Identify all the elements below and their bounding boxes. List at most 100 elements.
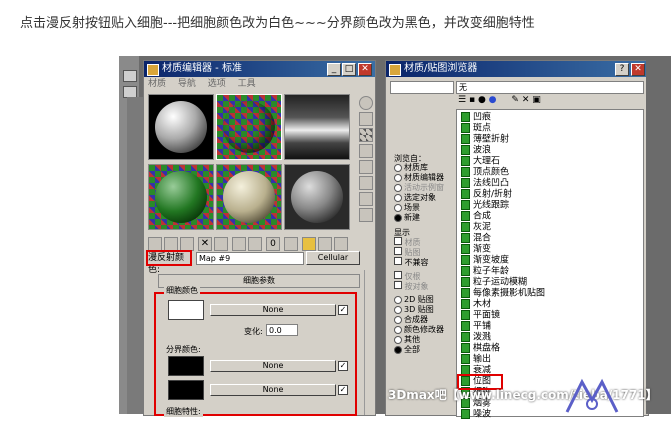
map-list-item[interactable]: 法线凹凸 bbox=[461, 178, 509, 189]
copy-material-icon[interactable] bbox=[214, 237, 228, 251]
menu-tools[interactable]: 工具 bbox=[238, 79, 256, 89]
map-list-item[interactable]: 粒子年龄 bbox=[461, 266, 509, 277]
filter-3d-maps[interactable]: 3D 贴图 bbox=[394, 305, 434, 314]
browse-from-scene[interactable]: 场景 bbox=[394, 203, 420, 212]
uv-tiling-icon[interactable] bbox=[359, 144, 373, 158]
map-list-item[interactable]: 平铺 bbox=[461, 321, 491, 332]
backlight-icon[interactable] bbox=[359, 112, 373, 126]
material-scrollbar[interactable] bbox=[364, 270, 373, 415]
close-button[interactable]: ✕ bbox=[358, 63, 372, 76]
browser-search-field[interactable]: 无 bbox=[456, 81, 644, 94]
browse-from-active-slot[interactable]: 活动示例窗 bbox=[394, 183, 444, 192]
menu-navigation[interactable]: 导航 bbox=[178, 79, 196, 89]
map-list-item[interactable]: 渐变 bbox=[461, 244, 491, 255]
help-button[interactable]: ? bbox=[615, 63, 629, 76]
menu-options[interactable]: 选项 bbox=[208, 79, 226, 89]
filter-compositors[interactable]: 合成器 bbox=[394, 315, 428, 324]
put-to-library-icon[interactable] bbox=[248, 237, 262, 251]
put-to-scene-icon[interactable] bbox=[164, 237, 178, 251]
map-list-item[interactable]: 反射/折射 bbox=[461, 189, 512, 200]
filter-color-modifiers[interactable]: 颜色修改器 bbox=[394, 325, 444, 334]
map-name-field[interactable]: Map #9 bbox=[196, 252, 304, 265]
options-icon[interactable] bbox=[359, 192, 373, 206]
by-object[interactable]: 按对象 bbox=[394, 281, 429, 291]
menu-material[interactable]: 材质 bbox=[148, 79, 166, 89]
sample-slot-active[interactable] bbox=[216, 94, 282, 160]
map-list-item[interactable]: 灰泥 bbox=[461, 222, 491, 233]
map-list-item[interactable]: 棋盘格 bbox=[461, 343, 500, 354]
icon-view-icon[interactable]: ▪ bbox=[469, 95, 475, 105]
browse-from-new[interactable]: 新建 bbox=[394, 213, 420, 222]
filter-2d-maps[interactable]: 2D 贴图 bbox=[394, 295, 434, 304]
effects-channel-icon[interactable]: 0 bbox=[266, 237, 280, 251]
update-scene-icon[interactable]: ✎ bbox=[511, 95, 519, 105]
browser-name-field[interactable] bbox=[390, 81, 454, 94]
select-by-material-icon[interactable] bbox=[359, 208, 373, 222]
map-list-item[interactable]: 平面镜 bbox=[461, 310, 500, 321]
division-color-1-map-button[interactable]: None bbox=[210, 360, 336, 372]
tool-button[interactable] bbox=[123, 70, 137, 82]
map-type-button[interactable]: Cellular bbox=[306, 251, 360, 265]
show-map-icon[interactable] bbox=[284, 237, 298, 251]
map-list-item[interactable]: 泼溅 bbox=[461, 332, 491, 343]
map-list-item[interactable]: 渐变坡度 bbox=[461, 255, 509, 266]
root-only[interactable]: 仅根 bbox=[394, 271, 421, 281]
sample-type-icon[interactable] bbox=[359, 96, 373, 110]
map-list-item[interactable]: 薄壁折射 bbox=[461, 134, 509, 145]
browse-from-editor[interactable]: 材质编辑器 bbox=[394, 173, 444, 182]
go-forward-sibling-icon[interactable] bbox=[334, 237, 348, 251]
sample-slot[interactable] bbox=[284, 94, 350, 160]
go-to-parent-icon[interactable] bbox=[318, 237, 332, 251]
clear-icon[interactable]: ▣ bbox=[532, 95, 541, 105]
browse-from-library[interactable]: 材质库 bbox=[394, 163, 428, 172]
list-view-icon[interactable]: ☰ bbox=[458, 95, 466, 105]
maximize-button[interactable]: □ bbox=[342, 63, 356, 76]
browse-from-selected[interactable]: 选定对象 bbox=[394, 193, 436, 202]
show-incompatible[interactable]: 不兼容 bbox=[394, 257, 429, 267]
cell-color-map-button[interactable]: None bbox=[210, 304, 336, 316]
reset-icon[interactable]: ✕ bbox=[198, 237, 212, 251]
division-color-2-map-button[interactable]: None bbox=[210, 384, 336, 396]
map-list-item[interactable]: 输出 bbox=[461, 354, 491, 365]
map-list-item[interactable]: 合成 bbox=[461, 211, 491, 222]
sphere-view-icon[interactable]: ● bbox=[478, 95, 486, 105]
map-list-item[interactable]: 粒子运动模糊 bbox=[461, 277, 527, 288]
map-list-item[interactable]: 斑点 bbox=[461, 123, 491, 134]
map-list-item[interactable]: 光线跟踪 bbox=[461, 200, 509, 211]
map-list-item[interactable]: 木材 bbox=[461, 299, 491, 310]
map-list-item[interactable]: 混合 bbox=[461, 233, 491, 244]
variation-input[interactable]: 0.0 bbox=[266, 324, 298, 336]
large-icon-view-icon[interactable]: ● bbox=[489, 95, 497, 105]
division-color-1-swatch[interactable] bbox=[168, 356, 204, 376]
division-color-2-swatch[interactable] bbox=[168, 380, 204, 400]
show-maps[interactable]: 贴图 bbox=[394, 247, 421, 257]
sample-slot[interactable] bbox=[284, 164, 350, 230]
cell-map-checkbox[interactable]: ✓ bbox=[338, 305, 348, 315]
map-list-item[interactable]: 波浪 bbox=[461, 145, 491, 156]
division-1-map-checkbox[interactable]: ✓ bbox=[338, 361, 348, 371]
map-list-item[interactable]: 噪波 bbox=[461, 409, 491, 420]
sample-slot[interactable] bbox=[148, 164, 214, 230]
video-check-icon[interactable] bbox=[359, 160, 373, 174]
background-icon[interactable] bbox=[359, 128, 373, 142]
division-2-map-checkbox[interactable]: ✓ bbox=[338, 385, 348, 395]
make-unique-icon[interactable] bbox=[232, 237, 246, 251]
filter-all[interactable]: 全部 bbox=[394, 345, 420, 354]
sample-slot[interactable] bbox=[148, 94, 214, 160]
show-end-result-icon[interactable] bbox=[302, 237, 316, 251]
map-list-item[interactable]: 凹痕 bbox=[461, 112, 491, 123]
show-materials[interactable]: 材质 bbox=[394, 237, 421, 247]
sample-slot[interactable] bbox=[216, 164, 282, 230]
filter-other[interactable]: 其他 bbox=[394, 335, 420, 344]
map-list-item[interactable]: 顶点颜色 bbox=[461, 167, 509, 178]
assign-material-icon[interactable] bbox=[180, 237, 194, 251]
browser-close-button[interactable]: ✕ bbox=[631, 63, 645, 76]
make-preview-icon[interactable] bbox=[359, 176, 373, 190]
checkbox-icon bbox=[394, 281, 402, 289]
delete-icon[interactable]: ✕ bbox=[522, 95, 530, 105]
map-list-item[interactable]: 大理石 bbox=[461, 156, 500, 167]
get-material-icon[interactable] bbox=[148, 237, 162, 251]
map-list-item[interactable]: 每像素摄影机贴图 bbox=[461, 288, 545, 299]
cell-color-swatch[interactable] bbox=[168, 300, 204, 320]
minimize-button[interactable]: _ bbox=[327, 63, 341, 76]
